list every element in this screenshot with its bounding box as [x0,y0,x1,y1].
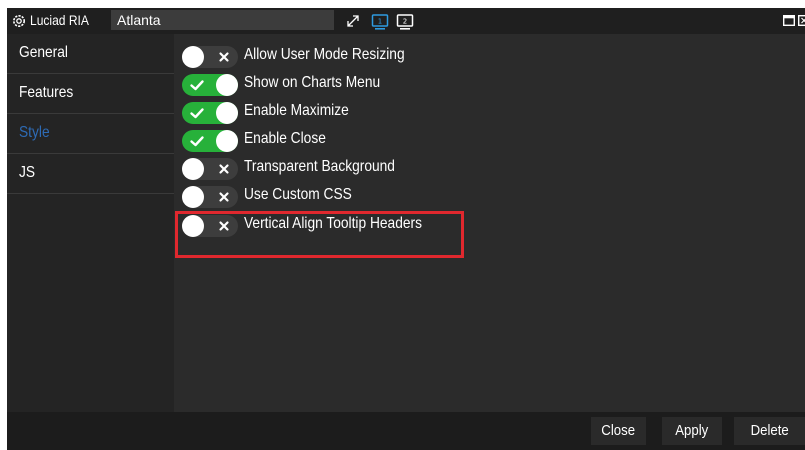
use-custom-css-toggle[interactable] [182,186,238,208]
option-label: Allow User Mode Resizing [244,46,405,63]
close-button[interactable]: Close [591,417,646,445]
window-name-input[interactable] [111,10,334,30]
toggle-knob [182,158,204,180]
top-cropped-caption [0,0,805,8]
toggle-knob [216,74,238,96]
delete-button-label: Delete [750,422,789,439]
show-on-charts-menu-toggle[interactable] [182,74,238,96]
highlight-box [175,211,464,258]
screen-1-label: 1 [378,18,382,26]
delete-button[interactable]: Delete [734,417,805,445]
expand-icon[interactable] [346,14,360,28]
enable-close-toggle[interactable] [182,130,238,152]
sidebar-item-label: JS [19,164,36,181]
sidebar-item-label: Features [19,84,74,101]
toggle-knob [182,46,204,68]
app-name: Luciad RIA [30,12,89,28]
sidebar-item-js[interactable]: JS [7,154,174,194]
toggle-knob [216,102,238,124]
x-icon [219,192,229,202]
option-label: Use Custom CSS [244,186,352,203]
screen-2-label: 2 [403,18,407,26]
enable-maximize-toggle[interactable] [182,102,238,124]
option-label: Enable Maximize [244,102,349,119]
screen-1-icon[interactable]: 1 [371,13,389,31]
toggle-knob [216,130,238,152]
screen-2-icon[interactable]: 2 [396,13,414,31]
sidebar-item-label: Style [19,124,50,141]
sidebar-item-style[interactable]: Style [7,114,174,154]
check-icon [190,108,204,119]
check-icon [190,80,204,91]
x-icon [219,164,229,174]
footer-bar: Close Apply Delete [7,412,805,450]
x-icon [219,52,229,62]
transparent-background-toggle[interactable] [182,158,238,180]
title-bar: Luciad RIA 1 2 [7,8,805,34]
sidebar-item-general[interactable]: General [7,34,174,74]
apply-button[interactable]: Apply [662,417,722,445]
sidebar-item-label: General [19,44,68,61]
maximize-icon[interactable] [783,15,795,26]
gear-icon[interactable] [11,13,27,29]
apply-button-label: Apply [675,422,709,439]
option-label: Show on Charts Menu [244,74,381,91]
close-window-icon[interactable] [798,15,805,26]
option-label: Transparent Background [244,158,395,175]
sidebar: General Features Style JS [7,34,174,412]
close-button-label: Close [601,422,636,439]
sidebar-item-features[interactable]: Features [7,74,174,114]
option-label: Enable Close [244,130,326,147]
toggle-knob [182,186,204,208]
allow-user-mode-resizing-toggle[interactable] [182,46,238,68]
check-icon [190,136,204,147]
